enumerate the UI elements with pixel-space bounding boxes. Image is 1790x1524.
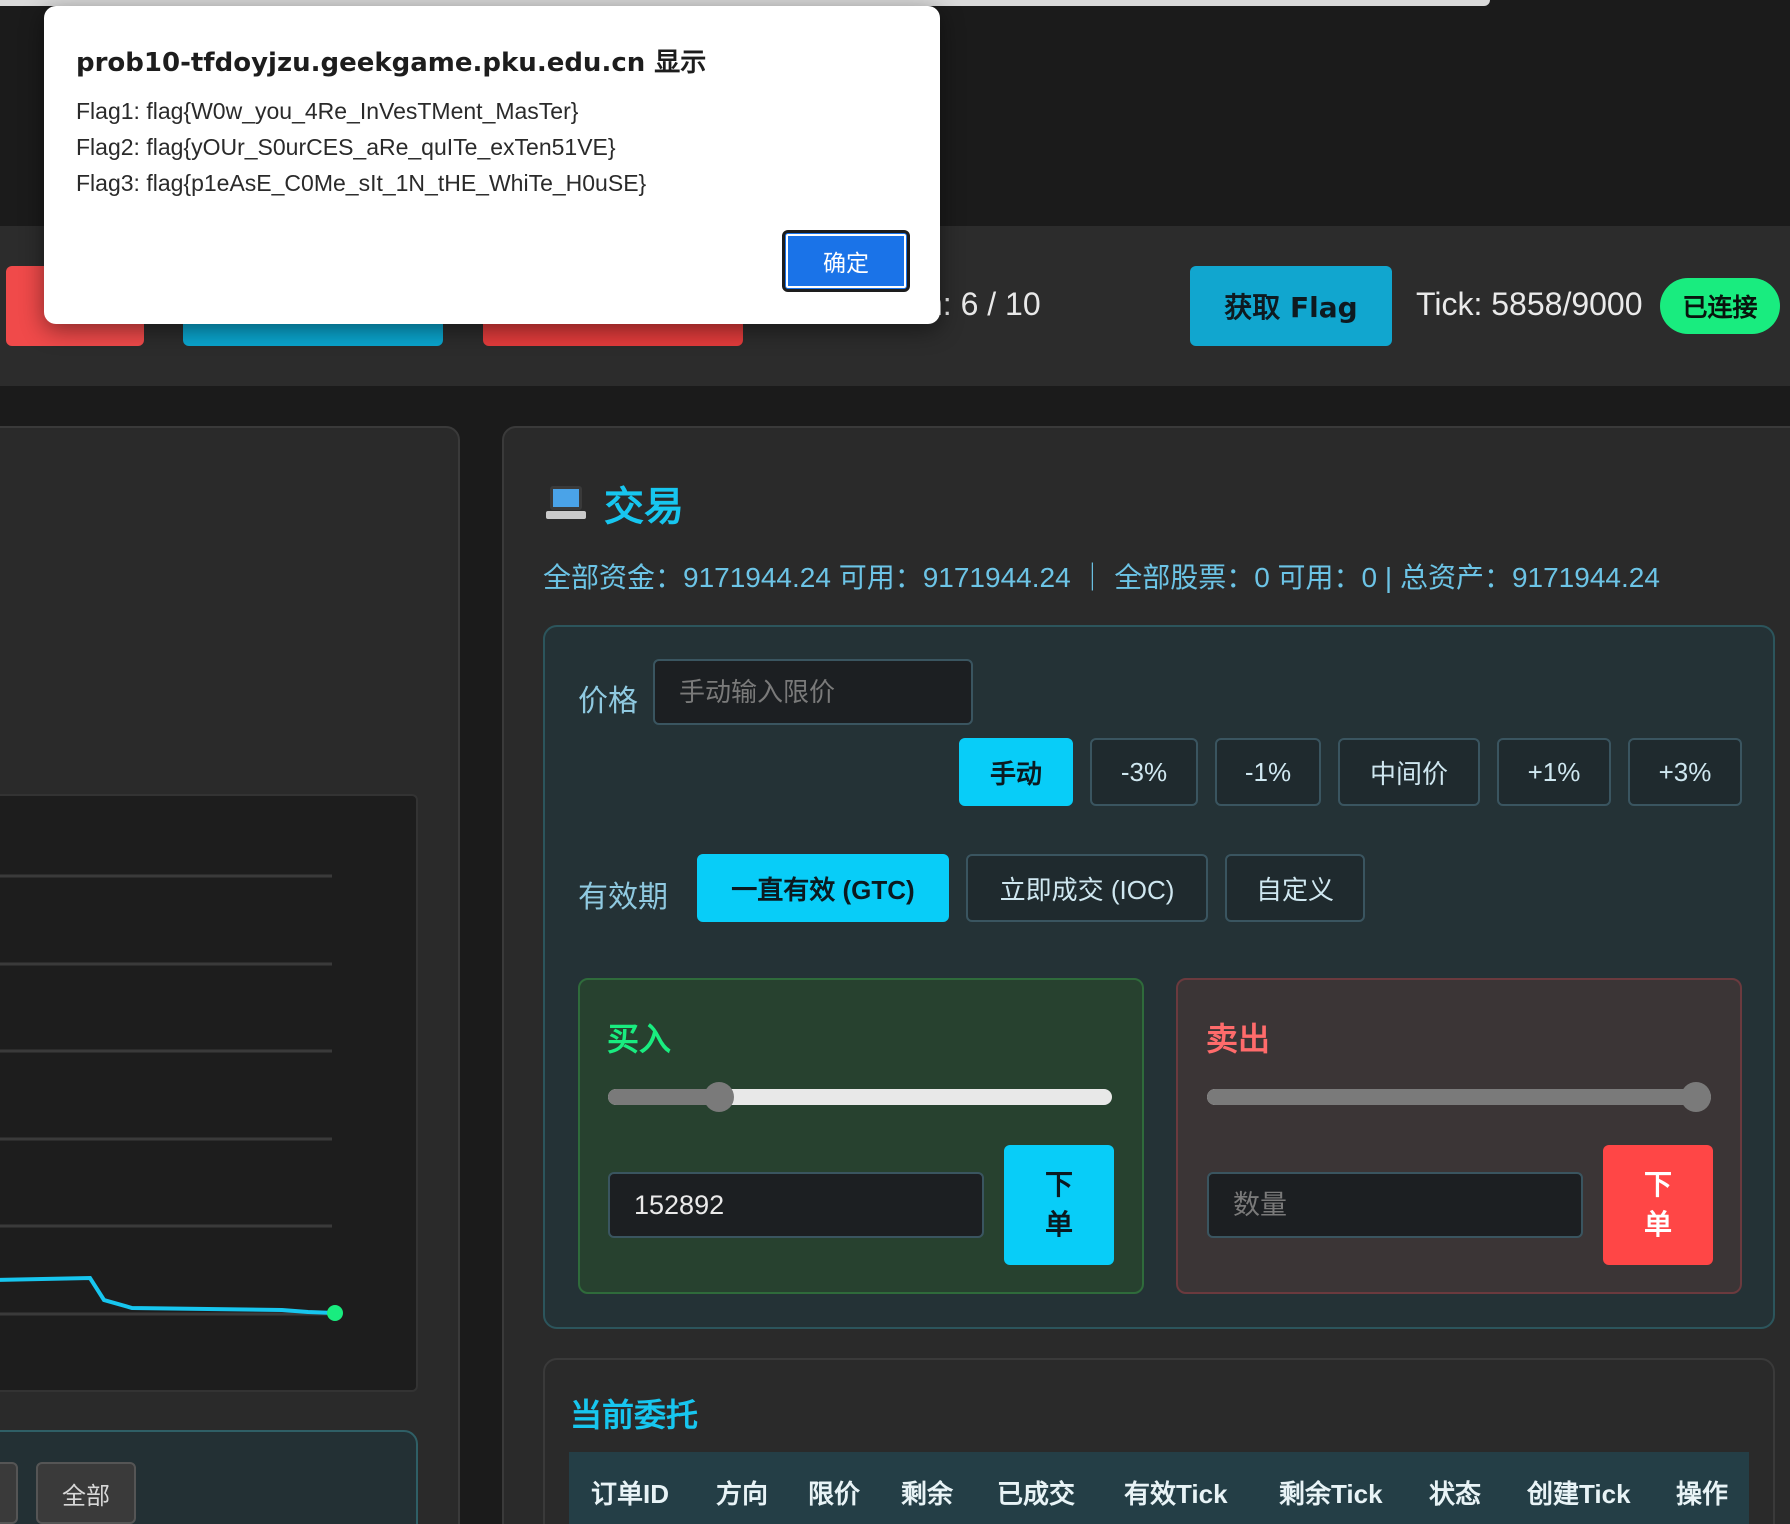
sell-submit-button[interactable]: 下 单: [1603, 1145, 1713, 1265]
sell-submit-label-1: 下: [1643, 1169, 1672, 1200]
tick-counter: Tick: 5858/9000: [1416, 286, 1643, 322]
sell-submit-label-2: 单: [1643, 1209, 1672, 1240]
connection-status-badge: 已连接: [1660, 278, 1780, 334]
validity-custom[interactable]: 自定义: [1225, 854, 1365, 922]
funds-summary: 全部资金：9171944.24 可用：9171944.24 ｜ 全部股票：0 可…: [543, 562, 1660, 593]
range-all-button[interactable]: 全部: [36, 1462, 136, 1524]
price-line: [0, 1275, 336, 1315]
buy-slider-handle[interactable]: [704, 1082, 734, 1112]
price-chart-svg: [0, 874, 343, 1321]
buy-submit-button[interactable]: 下 单: [1004, 1145, 1114, 1265]
buy-submit-label-1: 下: [1044, 1169, 1073, 1200]
sell-slider-handle[interactable]: [1681, 1082, 1711, 1112]
sell-quantity-input[interactable]: [1207, 1172, 1583, 1238]
buy-submit-label-2: 单: [1044, 1209, 1073, 1240]
laptop-icon: [546, 486, 586, 520]
alert-line-flag3: Flag3: flag{p1eAsE_C0Me_sIt_1N_tHE_WhiTe…: [76, 170, 647, 196]
col-remaining-tick: 剩余Tick: [1279, 1479, 1383, 1509]
buy-quantity-input[interactable]: [608, 1172, 984, 1238]
price-mode-manual[interactable]: 手动: [959, 738, 1073, 806]
round-counter: n: 6 / 10: [925, 286, 1041, 322]
col-direction: 方向: [716, 1479, 769, 1509]
buy-slider-fill: [608, 1089, 719, 1105]
price-mode-minus1[interactable]: -1%: [1215, 738, 1321, 806]
col-valid-tick: 有效Tick: [1124, 1479, 1228, 1509]
validity-ioc[interactable]: 立即成交 (IOC): [966, 854, 1208, 922]
price-mode-mid[interactable]: 中间价: [1338, 738, 1480, 806]
col-created-tick: 创建Tick: [1527, 1479, 1631, 1509]
orders-title: 当前委托: [570, 1397, 699, 1433]
latest-price-dot: [327, 1305, 343, 1321]
col-action: 操作: [1676, 1479, 1729, 1509]
alert-line-flag2: Flag2: flag{yOUr_S0urCES_aRe_quITe_exTen…: [76, 134, 616, 160]
trade-title-text: 交易: [604, 485, 684, 529]
range-button-partial[interactable]: [0, 1462, 18, 1524]
sell-title: 卖出: [1206, 1021, 1271, 1057]
get-flag-button[interactable]: 获取 Flag: [1190, 266, 1392, 346]
sell-slider-fill: [1207, 1089, 1711, 1105]
alert-ok-button[interactable]: 确定: [782, 230, 910, 292]
validity-label: 有效期: [578, 881, 668, 914]
price-label: 价格: [578, 685, 638, 718]
validity-gtc[interactable]: 一直有效 (GTC): [697, 854, 949, 922]
alert-title: prob10-tfdoyjzu.geekgame.pku.edu.cn 显示: [76, 48, 707, 78]
buy-title: 买入: [607, 1021, 672, 1057]
price-mode-plus3[interactable]: +3%: [1628, 738, 1742, 806]
trade-title: 交易: [546, 474, 684, 532]
sell-quantity-slider[interactable]: [1207, 1089, 1711, 1105]
col-status: 状态: [1429, 1479, 1482, 1509]
buy-quantity-slider[interactable]: [608, 1089, 1112, 1105]
alert-dialog: prob10-tfdoyjzu.geekgame.pku.edu.cn 显示 F…: [44, 6, 940, 324]
price-mode-plus1[interactable]: +1%: [1497, 738, 1611, 806]
price-input[interactable]: [653, 659, 973, 725]
alert-line-flag1: Flag1: flag{W0w_you_4Re_InVesTMent_MasTe…: [76, 98, 579, 124]
col-remaining: 剩余: [901, 1479, 954, 1509]
col-limit-price: 限价: [808, 1479, 861, 1509]
price-mode-minus3[interactable]: -3%: [1090, 738, 1198, 806]
price-chart: [0, 794, 418, 1392]
col-filled: 已成交: [997, 1479, 1076, 1509]
col-order-id: 订单ID: [591, 1479, 670, 1509]
